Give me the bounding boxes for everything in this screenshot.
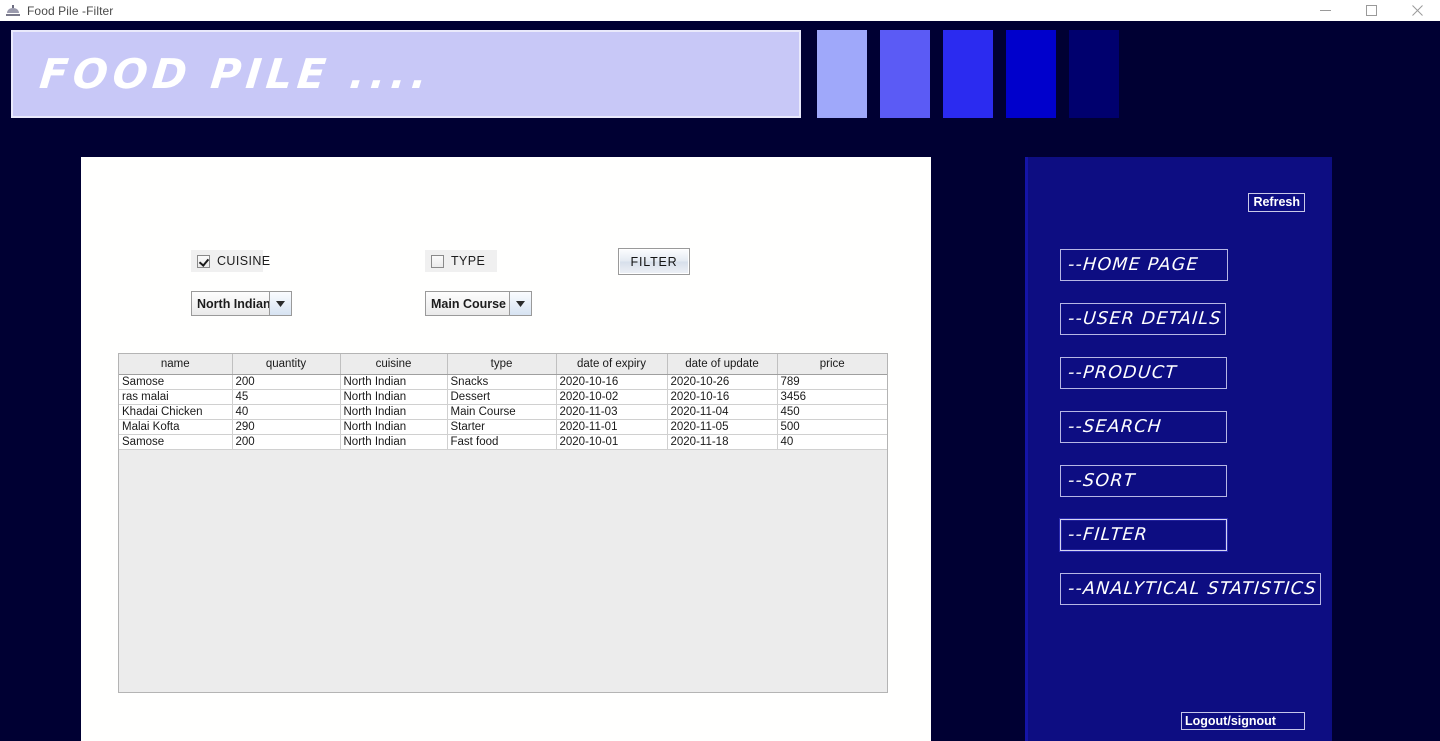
navigation-sidebar: Refresh --HOME PAGE --USER DETAILS --PRO…: [1025, 157, 1332, 741]
cell-name: Khadai Chicken: [119, 404, 233, 420]
cell-name: Samose: [119, 434, 233, 450]
app-banner: FOOD PILE ....: [11, 30, 801, 118]
cell-quantity: 40: [232, 404, 341, 420]
cell-type: Snacks: [447, 374, 557, 390]
maximize-icon[interactable]: [1348, 0, 1394, 21]
sidebar-item-label: --SORT: [1067, 471, 1137, 491]
close-icon[interactable]: [1394, 0, 1440, 21]
cell-cuisine: North Indian: [340, 419, 448, 435]
cell-type: Fast food: [447, 434, 557, 450]
type-checkbox[interactable]: TYPE: [425, 250, 497, 272]
sidebar-item-label: --SEARCH: [1067, 417, 1163, 437]
swatch-1: [817, 30, 867, 118]
apply-filter-button[interactable]: FILTER: [618, 248, 690, 275]
sidebar-item-label: --HOME PAGE: [1067, 255, 1200, 275]
cell-price: 500: [777, 419, 887, 435]
app-background: FOOD PILE .... CUISINE TYPE FILTER North…: [0, 21, 1440, 741]
cell-update: 2020-11-04: [667, 404, 778, 420]
cell-price: 450: [777, 404, 887, 420]
cell-quantity: 45: [232, 389, 341, 405]
sidebar-item-label: --ANALYTICAL STATISTICS: [1067, 579, 1318, 599]
cell-expiry: 2020-10-16: [556, 374, 668, 390]
table-row[interactable]: ras malai 45 North Indian Dessert 2020-1…: [119, 389, 887, 405]
main-content-panel: CUISINE TYPE FILTER North Indian Main Co…: [81, 157, 931, 741]
sidebar-item-sort[interactable]: --SORT: [1060, 465, 1227, 497]
cell-expiry: 2020-10-01: [556, 434, 668, 450]
table-header-row: name quantity cuisine type date of expir…: [119, 354, 887, 375]
cell-quantity: 200: [232, 434, 341, 450]
cell-cuisine: North Indian: [340, 404, 448, 420]
sidebar-item-analytical-statistics[interactable]: --ANALYTICAL STATISTICS: [1060, 573, 1321, 605]
sidebar-item-product[interactable]: --PRODUCT: [1060, 357, 1227, 389]
cuisine-dropdown-value: North Indian: [197, 296, 269, 311]
refresh-button[interactable]: Refresh: [1248, 193, 1305, 212]
window-title-bar: Food Pile -Filter: [0, 0, 1440, 22]
cell-cuisine: North Indian: [340, 434, 448, 450]
swatch-3: [943, 30, 993, 118]
column-header-date-of-expiry[interactable]: date of expiry: [556, 354, 668, 375]
cell-expiry: 2020-11-01: [556, 419, 668, 435]
minimize-icon[interactable]: [1302, 0, 1348, 21]
sidebar-item-filter[interactable]: --FILTER: [1060, 519, 1227, 551]
type-checkbox-box[interactable]: [431, 254, 444, 268]
sidebar-item-user-details[interactable]: --USER DETAILS: [1060, 303, 1226, 335]
cell-name: Malai Kofta: [119, 419, 233, 435]
chevron-down-icon[interactable]: [269, 292, 291, 315]
cell-type: Main Course: [447, 404, 557, 420]
logout-button[interactable]: Logout/signout: [1181, 712, 1305, 730]
cell-name: ras malai: [119, 389, 233, 405]
cuisine-dropdown[interactable]: North Indian: [191, 291, 292, 316]
cell-price: 3456: [777, 389, 887, 405]
type-dropdown-value: Main Course: [431, 296, 507, 311]
cell-update: 2020-10-26: [667, 374, 778, 390]
table-row[interactable]: Malai Kofta 290 North Indian Starter 202…: [119, 419, 887, 435]
column-header-cuisine[interactable]: cuisine: [340, 354, 448, 375]
decorative-swatches: [817, 30, 1132, 118]
cell-update: 2020-10-16: [667, 389, 778, 405]
cell-cuisine: North Indian: [340, 374, 448, 390]
table-row[interactable]: Khadai Chicken 40 North Indian Main Cour…: [119, 404, 887, 420]
cell-expiry: 2020-11-03: [556, 404, 668, 420]
column-header-type[interactable]: type: [447, 354, 557, 375]
cell-type: Starter: [447, 419, 557, 435]
sidebar-nav: --HOME PAGE --USER DETAILS --PRODUCT --S…: [1060, 249, 1321, 627]
cell-type: Dessert: [447, 389, 557, 405]
window-controls: [1302, 0, 1440, 21]
cell-quantity: 200: [232, 374, 341, 390]
cell-update: 2020-11-18: [667, 434, 778, 450]
cell-cuisine: North Indian: [340, 389, 448, 405]
cell-price: 789: [777, 374, 887, 390]
column-header-price[interactable]: price: [777, 354, 887, 375]
cell-update: 2020-11-05: [667, 419, 778, 435]
chevron-down-icon[interactable]: [509, 292, 531, 315]
table-row[interactable]: Samose 200 North Indian Snacks 2020-10-1…: [119, 374, 887, 390]
sidebar-item-label: --FILTER: [1067, 525, 1149, 545]
sidebar-item-home-page[interactable]: --HOME PAGE: [1060, 249, 1228, 281]
results-table-container: name quantity cuisine type date of expir…: [118, 353, 888, 693]
swatch-5: [1069, 30, 1119, 118]
sidebar-item-label: --USER DETAILS: [1067, 309, 1223, 329]
cuisine-checkbox[interactable]: CUISINE: [191, 250, 270, 272]
cell-name: Samose: [119, 374, 233, 390]
sidebar-item-label: --PRODUCT: [1067, 363, 1178, 383]
results-table: name quantity cuisine type date of expir…: [119, 354, 887, 450]
cell-quantity: 290: [232, 419, 341, 435]
app-icon: [5, 3, 21, 19]
sidebar-item-search[interactable]: --SEARCH: [1060, 411, 1227, 443]
column-header-name[interactable]: name: [119, 354, 233, 375]
swatch-2: [880, 30, 930, 118]
cuisine-checkbox-box[interactable]: [197, 254, 210, 268]
cuisine-checkbox-label: CUISINE: [217, 254, 271, 268]
type-checkbox-label: TYPE: [451, 254, 486, 268]
app-banner-title: FOOD PILE ....: [37, 50, 435, 98]
swatch-4: [1006, 30, 1056, 118]
column-header-quantity[interactable]: quantity: [232, 354, 341, 375]
window-title: Food Pile -Filter: [27, 3, 114, 18]
type-dropdown[interactable]: Main Course: [425, 291, 532, 316]
cell-expiry: 2020-10-02: [556, 389, 668, 405]
cell-price: 40: [777, 434, 887, 450]
table-row[interactable]: Samose 200 North Indian Fast food 2020-1…: [119, 434, 887, 450]
column-header-date-of-update[interactable]: date of update: [667, 354, 778, 375]
